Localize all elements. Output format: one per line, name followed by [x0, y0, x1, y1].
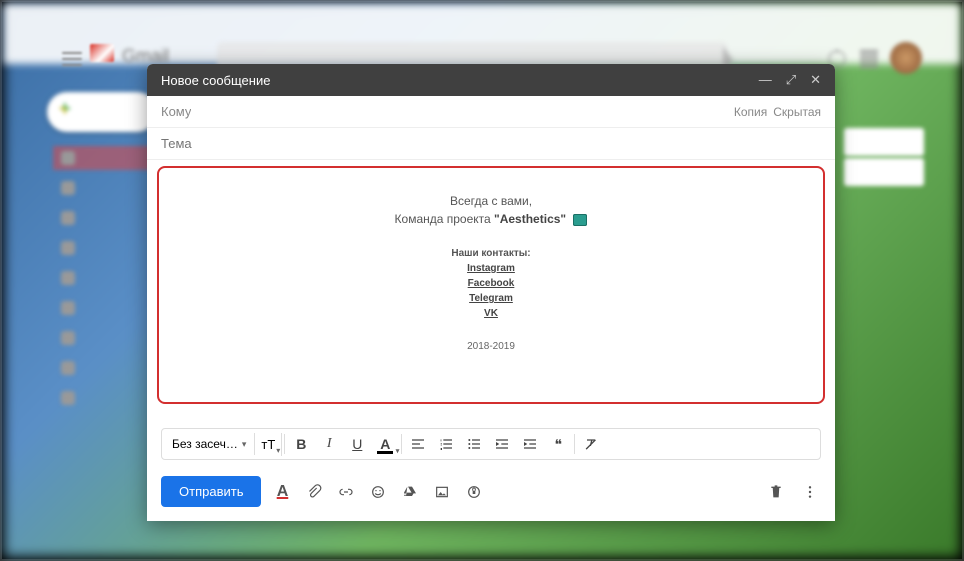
compose-button[interactable]: [47, 92, 157, 132]
confidential-mode-button[interactable]: [463, 481, 485, 503]
font-size-select[interactable]: тТ: [255, 433, 282, 456]
expand-icon[interactable]: ⤢: [786, 72, 796, 88]
background-card: [844, 128, 924, 156]
attach-file-button[interactable]: [303, 481, 325, 503]
more-options-button[interactable]: [799, 481, 821, 503]
message-body[interactable]: Всегда с вами, Команда проекта "Aestheti…: [157, 166, 825, 404]
team-badge-icon: [573, 214, 587, 226]
signature-years: 2018-2019: [171, 341, 811, 352]
subject-input[interactable]: [161, 136, 821, 151]
indent-more-button[interactable]: [516, 431, 544, 457]
quote-button[interactable]: ❝: [544, 431, 572, 457]
background-card: [844, 158, 924, 186]
minimize-icon[interactable]: —: [759, 72, 772, 88]
to-row[interactable]: Кому Копия Скрытая: [147, 96, 835, 128]
signature-link-vk[interactable]: VK: [484, 308, 498, 319]
remove-formatting-button[interactable]: [577, 431, 605, 457]
menu-icon[interactable]: [62, 52, 82, 66]
contacts-heading: Наши контакты:: [171, 248, 811, 259]
send-button[interactable]: Отправить: [161, 476, 261, 507]
bold-button[interactable]: В: [287, 431, 315, 457]
insert-emoji-button[interactable]: [367, 481, 389, 503]
signature-greeting: Всегда с вами,: [171, 194, 811, 208]
underline-button[interactable]: U: [343, 431, 371, 457]
italic-button[interactable]: I: [315, 431, 343, 457]
align-button[interactable]: [404, 431, 432, 457]
discard-draft-button[interactable]: [765, 481, 787, 503]
gmail-logo: [90, 44, 114, 62]
formatting-toolbar: Без засеч… тТ В I U A▾ ❝: [147, 414, 835, 470]
formatting-toggle-button[interactable]: A: [271, 481, 293, 503]
dialog-header[interactable]: Новое сообщение — ⤢ ✕: [147, 64, 835, 96]
signature-link-telegram[interactable]: Telegram: [469, 293, 513, 304]
apps-icon[interactable]: [860, 50, 878, 68]
to-input[interactable]: [191, 104, 727, 119]
signature-team: Команда проекта "Aesthetics": [171, 212, 811, 226]
numbered-list-button[interactable]: [432, 431, 460, 457]
cc-link[interactable]: Копия: [734, 105, 767, 119]
bulleted-list-button[interactable]: [460, 431, 488, 457]
subject-row[interactable]: [147, 128, 835, 160]
to-label: Кому: [161, 104, 191, 119]
insert-link-button[interactable]: [335, 481, 357, 503]
indent-less-button[interactable]: [488, 431, 516, 457]
insert-drive-button[interactable]: [399, 481, 421, 503]
signature-link-facebook[interactable]: Facebook: [468, 278, 515, 289]
compose-dialog: Новое сообщение — ⤢ ✕ Кому Копия Скрытая…: [147, 64, 835, 521]
dialog-title: Новое сообщение: [161, 73, 270, 88]
avatar[interactable]: [890, 42, 922, 74]
font-family-select[interactable]: Без засеч…: [164, 433, 255, 455]
close-icon[interactable]: ✕: [810, 72, 821, 88]
send-row: Отправить A: [147, 470, 835, 521]
insert-photo-button[interactable]: [431, 481, 453, 503]
signature-link-instagram[interactable]: Instagram: [467, 263, 515, 274]
text-color-button[interactable]: A▾: [371, 431, 399, 457]
bcc-link[interactable]: Скрытая: [773, 105, 821, 119]
